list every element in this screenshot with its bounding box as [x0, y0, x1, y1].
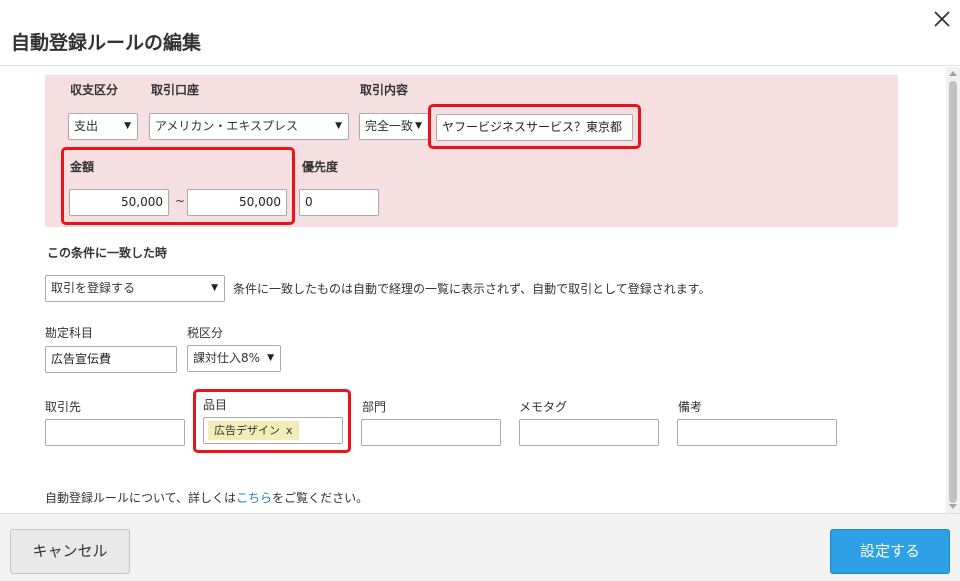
tax-select[interactable]: 課対仕入8% ▼	[187, 345, 281, 372]
action-select[interactable]: 取引を登録する ▼	[45, 275, 225, 302]
account-item-label: 勘定科目	[45, 326, 94, 340]
memo-tag-input[interactable]	[519, 419, 659, 446]
help-link[interactable]: こちら	[236, 491, 272, 505]
chevron-down-icon: ▼	[335, 121, 342, 131]
highlight-amount	[61, 147, 295, 225]
help-text: 自動登録ルールについて、詳しくはこちらをご覧ください。	[45, 489, 368, 506]
help-prefix: 自動登録ルールについて、詳しくは	[45, 491, 237, 505]
action-description: 条件に一致したものは自動で経理の一覧に表示されず、自動で取引として登録されます。	[233, 282, 711, 296]
scroll-down-icon[interactable]	[949, 504, 957, 509]
close-icon[interactable]	[931, 8, 953, 30]
income-expense-select[interactable]: 支出 ▼	[68, 113, 138, 140]
dialog-body: 収支区分 取引口座 取引内容 支出 ▼ アメリカン・エキスプレス ▼ 完全一致 …	[0, 67, 960, 513]
chevron-down-icon: ▼	[211, 283, 218, 293]
account-item-input[interactable]: 広告宣伝費	[45, 346, 177, 373]
account-value: アメリカン・エキスプレス	[155, 119, 299, 133]
department-input[interactable]	[361, 419, 501, 446]
department-label: 部門	[362, 400, 387, 414]
action-value: 取引を登録する	[51, 281, 136, 295]
account-select[interactable]: アメリカン・エキスプレス ▼	[149, 113, 349, 140]
help-suffix: をご覧ください。	[272, 491, 369, 505]
dialog-footer: キャンセル 設定する	[0, 513, 960, 581]
income-expense-label: 収支区分	[70, 83, 119, 97]
cancel-button[interactable]: キャンセル	[10, 529, 130, 574]
tax-label: 税区分	[187, 326, 224, 340]
tax-value: 課対仕入8%	[193, 351, 261, 365]
vertical-scrollbar[interactable]	[946, 67, 960, 513]
save-button[interactable]: 設定する	[830, 529, 950, 574]
remarks-label: 備考	[678, 400, 703, 414]
dialog-header: 自動登録ルールの編集	[0, 0, 960, 66]
scroll-up-icon[interactable]	[949, 71, 957, 76]
dialog-title: 自動登録ルールの編集	[11, 32, 202, 54]
action-heading: この条件に一致した時	[47, 246, 168, 260]
memo-tag-label: メモタグ	[519, 400, 568, 414]
match-type-value: 完全一致	[365, 119, 414, 133]
content-label: 取引内容	[360, 83, 409, 97]
chevron-down-icon: ▼	[267, 353, 274, 363]
scrollbar-thumb[interactable]	[949, 81, 957, 503]
income-expense-value: 支出	[74, 119, 99, 133]
remarks-input[interactable]	[677, 419, 837, 446]
chevron-down-icon: ▼	[415, 121, 422, 131]
priority-input[interactable]: 0	[299, 189, 379, 216]
partner-label: 取引先	[45, 400, 82, 414]
highlight-content	[428, 104, 641, 149]
priority-label: 優先度	[302, 160, 339, 174]
chevron-down-icon: ▼	[124, 121, 131, 131]
match-type-select[interactable]: 完全一致 ▼	[359, 113, 429, 140]
highlight-item	[193, 389, 351, 453]
account-label: 取引口座	[151, 83, 200, 97]
partner-input[interactable]	[45, 419, 185, 446]
